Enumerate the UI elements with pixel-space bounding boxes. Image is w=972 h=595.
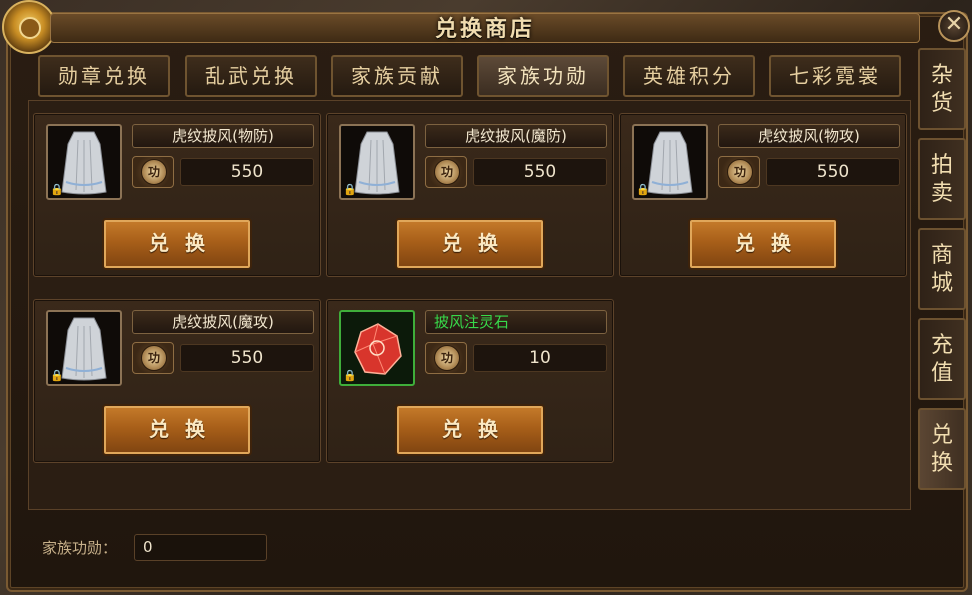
cape-icon: [647, 131, 693, 195]
shop-emblem-icon: [2, 0, 56, 54]
item-name: 虎纹披风(魔攻): [132, 310, 314, 334]
item-name: 披风注灵石: [425, 310, 607, 334]
side-tab-auction[interactable]: 拍 卖: [918, 138, 966, 220]
item-name: 虎纹披风(物防): [132, 124, 314, 148]
side-tab-general-goods[interactable]: 杂 货: [918, 48, 966, 130]
item-name: 虎纹披风(物攻): [718, 124, 900, 148]
item-price: 550: [180, 344, 314, 372]
item-grid: 🔒 虎纹披风(物防) 功 550 兑换 🔒 虎纹披风(魔防) 功 550 兑换: [28, 100, 911, 510]
tab-clan-merit[interactable]: 家族功勋: [477, 55, 609, 97]
lock-icon: 🔒: [50, 183, 64, 196]
title-bar[interactable]: 兑换商店: [50, 13, 920, 43]
item-card: 🔒 披风注灵石 功 10 兑换: [326, 299, 614, 463]
tab-chaos-exchange[interactable]: 乱武兑换: [185, 55, 317, 97]
side-tab-mall[interactable]: 商 城: [918, 228, 966, 310]
item-slot[interactable]: 🔒: [46, 310, 122, 386]
merit-currency-icon: 功: [425, 342, 467, 374]
cape-icon: [61, 317, 107, 381]
tab-rainbow-costume[interactable]: 七彩霓裳: [769, 55, 901, 97]
merit-currency-icon: 功: [132, 156, 174, 188]
tab-hero-points[interactable]: 英雄积分: [623, 55, 755, 97]
item-card: 🔒 虎纹披风(魔攻) 功 550 兑换: [33, 299, 321, 463]
lock-icon: 🔒: [343, 369, 357, 382]
item-price: 550: [180, 158, 314, 186]
exchange-button[interactable]: 兑换: [395, 404, 545, 456]
close-button[interactable]: ✕: [938, 10, 970, 42]
item-price: 550: [473, 158, 607, 186]
merit-currency-icon: 功: [425, 156, 467, 188]
exchange-button[interactable]: 兑换: [395, 218, 545, 270]
item-price: 550: [766, 158, 900, 186]
item-slot[interactable]: 🔒: [632, 124, 708, 200]
exchange-button[interactable]: 兑换: [102, 218, 252, 270]
tab-medal-exchange[interactable]: 勋章兑换: [38, 55, 170, 97]
item-slot[interactable]: 🔒: [339, 310, 415, 386]
cape-icon: [354, 131, 400, 195]
item-card: 🔒 虎纹披风(物防) 功 550 兑换: [33, 113, 321, 277]
item-slot[interactable]: 🔒: [339, 124, 415, 200]
tab-clan-contribution[interactable]: 家族贡献: [331, 55, 463, 97]
exchange-button[interactable]: 兑换: [688, 218, 838, 270]
lock-icon: 🔒: [50, 369, 64, 382]
item-price: 10: [473, 344, 607, 372]
item-name: 虎纹披风(魔防): [425, 124, 607, 148]
side-tab-exchange[interactable]: 兑 换: [918, 408, 966, 490]
side-tab-recharge[interactable]: 充 值: [918, 318, 966, 400]
lock-icon: 🔒: [636, 183, 650, 196]
cape-icon: [61, 131, 107, 195]
merit-currency-icon: 功: [132, 342, 174, 374]
spirit-gem-icon: [354, 323, 402, 375]
exchange-button[interactable]: 兑换: [102, 404, 252, 456]
lock-icon: 🔒: [343, 183, 357, 196]
item-card: 🔒 虎纹披风(物攻) 功 550 兑换: [619, 113, 907, 277]
clan-merit-label: 家族功勋：: [42, 539, 118, 557]
item-slot[interactable]: 🔒: [46, 124, 122, 200]
item-card: 🔒 虎纹披风(魔防) 功 550 兑换: [326, 113, 614, 277]
window-title: 兑换商店: [434, 16, 535, 42]
merit-currency-icon: 功: [718, 156, 760, 188]
clan-merit-value: 0: [134, 534, 267, 561]
close-icon: ✕: [944, 12, 964, 37]
